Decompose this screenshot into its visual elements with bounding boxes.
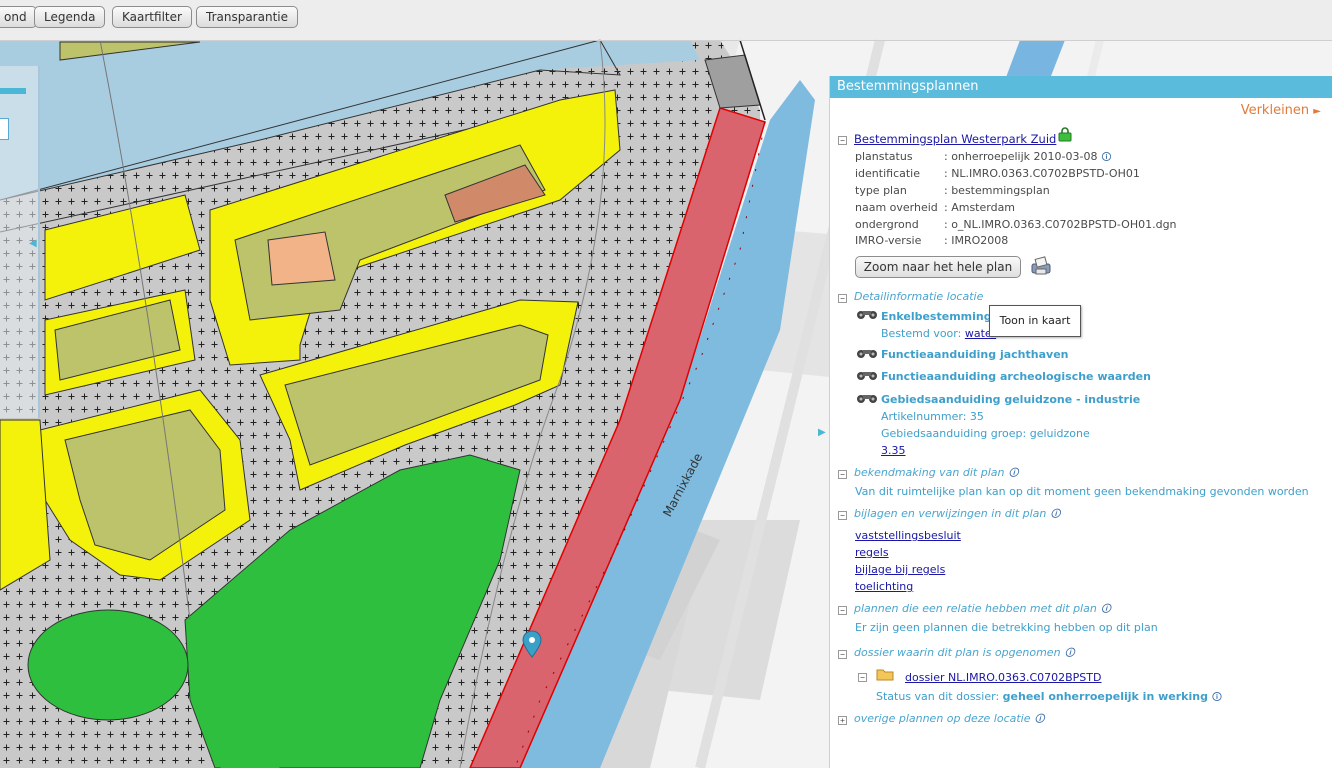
detail-item-enkelbestemming[interactable]: Enkelbestemming	[881, 310, 992, 323]
field-value-type-plan: : bestemmingsplan	[944, 184, 1050, 197]
legenda-button[interactable]: Legenda	[34, 6, 106, 28]
map-toolbar: ond Legenda Kaartfilter Transparantie	[0, 0, 1332, 41]
left-panel-header-strip	[0, 88, 26, 94]
panel-title: Bestemmingsplannen	[830, 76, 1332, 98]
achtergrond-button[interactable]: ond	[0, 6, 37, 28]
bijlagen-heading: bijlagen en verwijzingen in dit plan 🛈	[854, 507, 1061, 520]
dossier-status-value: geheel onherroepelijk in werking	[1002, 690, 1208, 703]
collapse-dossier-toggle[interactable]: −	[838, 650, 847, 659]
folder-icon	[876, 669, 894, 681]
field-value-imro-versie: : IMRO2008	[944, 234, 1009, 247]
info-icon[interactable]: 🛈	[1211, 692, 1222, 703]
info-icon[interactable]: 🛈	[1101, 152, 1112, 163]
artikel-3-35-link[interactable]: 3.35	[881, 444, 906, 457]
binoculars-icon[interactable]	[856, 347, 878, 359]
expand-overige-toggle[interactable]: +	[838, 716, 847, 725]
relaties-text: Er zijn geen plannen die betrekking hebb…	[855, 621, 1158, 634]
collapse-plan-toggle[interactable]: −	[838, 136, 847, 145]
map-pin-icon[interactable]	[522, 630, 542, 658]
info-icon[interactable]: 🛈	[1064, 648, 1075, 659]
regels-link[interactable]: regels	[855, 546, 889, 559]
transparantie-button[interactable]: Transparantie	[196, 6, 298, 28]
field-label-naam-overheid: naam overheid	[855, 201, 938, 214]
verkleinen-link[interactable]: Verkleinen ►	[1241, 103, 1321, 118]
collapse-bekendmaking-toggle[interactable]: −	[838, 470, 847, 479]
arrow-right-icon: ►	[1313, 106, 1321, 117]
printer-icon[interactable]	[1029, 256, 1053, 276]
info-icon[interactable]: 🛈	[1008, 468, 1019, 479]
artikelnummer: Artikelnummer: 35	[881, 410, 984, 423]
field-label-planstatus: planstatus	[855, 150, 913, 163]
info-panel: Bestemmingsplannen Verkleinen ► − Bestem…	[829, 76, 1332, 768]
collapse-relaties-toggle[interactable]: −	[838, 606, 847, 615]
info-icon[interactable]: 🛈	[1100, 604, 1111, 615]
overige-heading: overige plannen op deze locatie 🛈	[854, 712, 1045, 725]
bestemd-voor-label: Bestemd voor:	[881, 327, 962, 340]
bestemd-voor: Bestemd voor: water	[881, 327, 996, 340]
green-lock-icon	[1058, 127, 1072, 142]
verkleinen-label: Verkleinen	[1240, 103, 1310, 118]
field-value-identificatie: : NL.IMRO.0363.C0702BPSTD-OH01	[944, 167, 1140, 180]
binoculars-icon[interactable]	[856, 392, 878, 404]
left-side-panel: ◀	[0, 66, 40, 418]
field-value-planstatus: : onherroepelijk 2010-03-08 🛈	[944, 150, 1112, 163]
detail-item-geluidzone[interactable]: Gebiedsaanduiding geluidzone - industrie	[881, 393, 1140, 406]
info-icon[interactable]: 🛈	[1034, 714, 1045, 725]
kaartfilter-button[interactable]: Kaartfilter	[112, 6, 192, 28]
detail-item-archeologische-waarden[interactable]: Functieaanduiding archeologische waarden	[881, 370, 1151, 383]
binoculars-icon[interactable]	[856, 369, 878, 381]
field-label-identificatie: identificatie	[855, 167, 921, 180]
bekendmaking-text: Van dit ruimtelijke plan kan op dit mome…	[855, 485, 1309, 498]
relaties-heading: plannen die een relatie hebben met dit p…	[854, 602, 1111, 615]
plan-name-link[interactable]: Bestemmingsplan Westerpark Zuid	[854, 132, 1056, 146]
binoculars-icon[interactable]	[856, 308, 878, 320]
detail-heading: Detailinformatie locatie	[854, 290, 984, 303]
collapse-dossier-item-toggle[interactable]: −	[858, 673, 867, 682]
dossier-link[interactable]: dossier NL.IMRO.0363.C0702BPSTD	[905, 671, 1101, 684]
dossier-status: Status van dit dossier: geheel onherroep…	[876, 690, 1223, 703]
collapse-panel-arrow-icon[interactable]: ▶	[818, 427, 826, 438]
field-label-imro-versie: IMRO-versie	[855, 234, 922, 247]
vaststellingsbesluit-link[interactable]: vaststellingsbesluit	[855, 529, 961, 542]
tooltip-toon-in-kaart: Toon in kaart	[989, 305, 1081, 337]
gebiedsaanduiding-groep: Gebiedsaanduiding groep: geluidzone	[881, 427, 1090, 440]
field-value-naam-overheid: : Amsterdam	[944, 201, 1016, 214]
field-value-ondergrond: : o_NL.IMRO.0363.C0702BPSTD-OH01.dgn	[944, 218, 1177, 231]
zoom-to-plan-button[interactable]: Zoom naar het hele plan	[855, 256, 1021, 278]
expand-left-arrow-icon[interactable]: ◀	[29, 238, 37, 249]
collapse-bijlagen-toggle[interactable]: −	[838, 511, 847, 520]
collapse-detail-toggle[interactable]: −	[838, 294, 847, 303]
toelichting-link[interactable]: toelichting	[855, 580, 913, 593]
field-label-ondergrond: ondergrond	[855, 218, 919, 231]
bijlage-bij-regels-link[interactable]: bijlage bij regels	[855, 563, 945, 576]
info-icon[interactable]: 🛈	[1050, 509, 1061, 520]
dossier-heading: dossier waarin dit plan is opgenomen 🛈	[854, 646, 1075, 659]
left-panel-input-stub[interactable]	[0, 118, 9, 140]
bekendmaking-heading: bekendmaking van dit plan 🛈	[854, 466, 1019, 479]
field-label-type-plan: type plan	[855, 184, 907, 197]
detail-item-jachthaven[interactable]: Functieaanduiding jachthaven	[881, 348, 1069, 361]
